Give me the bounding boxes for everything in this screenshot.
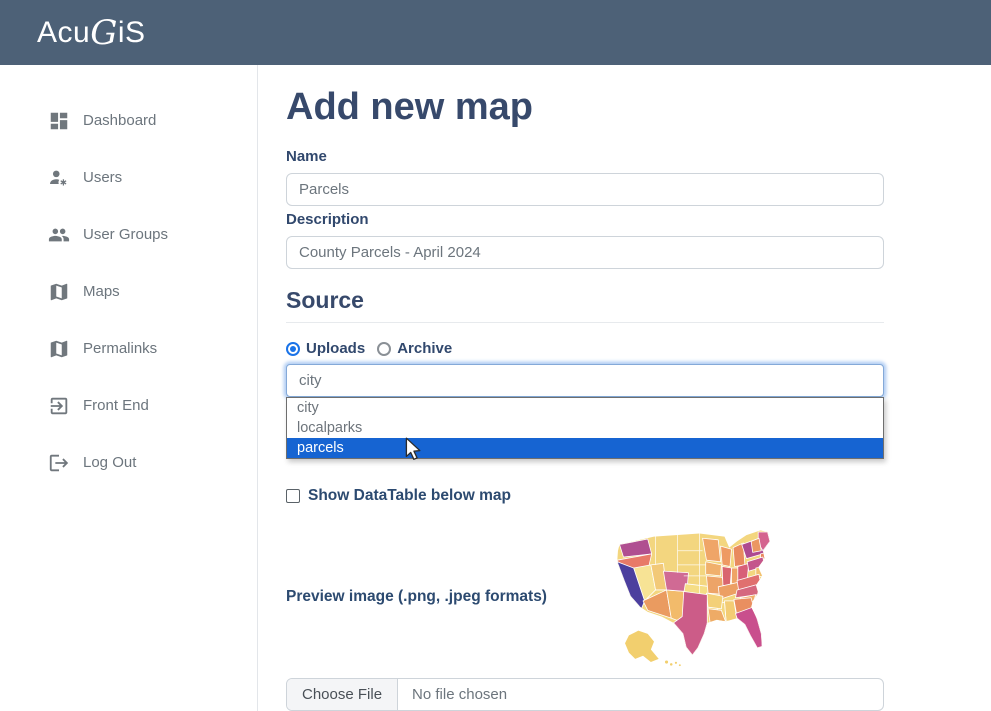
dashboard-icon [48,110,70,132]
preview-image-label: Preview image (.png, .jpeg formats) [286,588,547,606]
name-input[interactable] [286,173,884,206]
sidebar-item-permalinks[interactable]: Permalinks [0,320,257,377]
source-combo-input[interactable] [286,364,884,397]
people-icon [48,224,70,246]
preview-map-image [607,524,795,670]
datatable-checkbox[interactable] [286,489,300,503]
logo-g: G [90,13,118,53]
sidebar-item-maps[interactable]: Maps [0,263,257,320]
archive-radio-label: Archive [397,340,452,357]
file-status-text: No file chosen [398,679,507,710]
sidebar-item-label: Users [83,169,122,186]
sidebar-item-label: Dashboard [83,112,156,129]
logout-icon [48,452,70,474]
choose-file-button[interactable]: Choose File [287,679,398,710]
sidebar-item-log-out[interactable]: Log Out [0,434,257,491]
description-label: Description [286,211,884,229]
enter-app-icon [48,395,70,417]
preview-row: Preview image (.png, .jpeg formats) [286,524,884,670]
page-title: Add new map [286,86,884,128]
archive-radio[interactable] [377,342,391,356]
uploads-radio-label: Uploads [306,340,365,357]
sidebar-item-label: Permalinks [83,340,157,357]
datatable-checkbox-label: Show DataTable below map [308,487,511,505]
main-content: Add new map Name Description Source Uplo… [258,65,991,711]
section-divider [286,322,884,323]
map-icon [48,281,70,303]
map-icon [48,338,70,360]
source-section-title: Source [286,287,884,314]
sidebar-item-label: Log Out [83,454,136,471]
user-gear-icon [48,167,70,189]
sidebar-item-label: User Groups [83,226,168,243]
datatable-check-row: Show DataTable below map [286,487,884,504]
description-input[interactable] [286,236,884,269]
logo-prefix: Acu [37,16,90,49]
sidebar-item-user-groups[interactable]: User Groups [0,206,257,263]
dropdown-option-localparks[interactable]: localparks [287,418,883,438]
dropdown-option-city[interactable]: city [287,398,883,418]
sidebar-item-label: Maps [83,283,120,300]
source-dropdown-list: city localparks parcels [286,397,884,459]
app-logo: AcuGiS [37,16,146,50]
logo-suffix: iS [118,16,146,49]
source-radio-group: Uploads Archive [286,340,884,357]
preview-file-input[interactable]: Choose File No file chosen [286,678,884,711]
dropdown-option-parcels[interactable]: parcels [287,438,883,458]
uploads-radio[interactable] [286,342,300,356]
sidebar-item-front-end[interactable]: Front End [0,377,257,434]
sidebar-item-users[interactable]: Users [0,149,257,206]
top-header: AcuGiS [0,0,991,65]
sidebar-item-dashboard[interactable]: Dashboard [0,92,257,149]
name-label: Name [286,148,884,166]
sidebar-nav: Dashboard Users User Groups Maps Permali… [0,65,258,711]
sidebar-item-label: Front End [83,397,149,414]
